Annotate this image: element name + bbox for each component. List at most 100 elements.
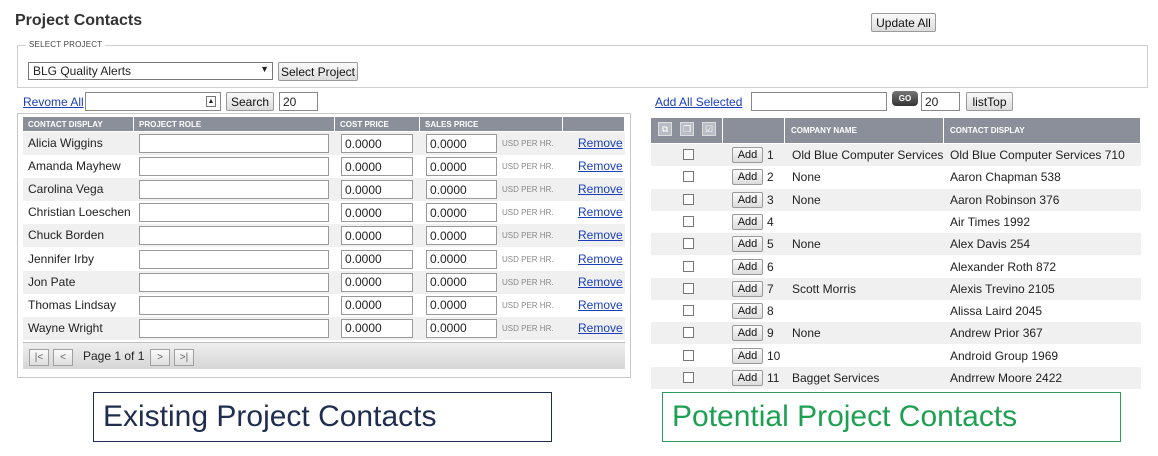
check-all-icon[interactable]: ☑	[702, 122, 716, 136]
row-checkbox[interactable]	[683, 349, 694, 361]
row-checkbox[interactable]	[683, 372, 694, 383]
last-page-icon[interactable]: >|	[174, 349, 194, 366]
project-select[interactable]: BLG Quality Alerts ▼	[28, 62, 273, 80]
cost-price-input[interactable]: 0.0000	[341, 249, 413, 269]
left-count-input[interactable]: 20	[279, 92, 318, 111]
add-button[interactable]: Add	[732, 147, 763, 163]
cost-price-input[interactable]: 0.0000	[341, 272, 413, 292]
sales-price-input[interactable]: 0.0000	[426, 295, 497, 315]
project-role-input[interactable]	[139, 180, 329, 200]
prev-page-icon[interactable]: <	[53, 349, 73, 366]
contact-name: Wayne Wright	[28, 320, 103, 335]
unit-label: USD PER HR.	[502, 300, 554, 310]
project-role-input[interactable]	[139, 272, 329, 292]
remove-link[interactable]: Remove	[578, 252, 623, 266]
add-button[interactable]: Add	[732, 191, 763, 208]
update-all-button[interactable]: Update All	[871, 13, 936, 32]
row-checkbox[interactable]	[683, 327, 694, 339]
remove-all-link[interactable]: Revome All	[23, 95, 84, 109]
search-button[interactable]: Search	[226, 92, 274, 111]
remove-link[interactable]: Remove	[578, 205, 623, 219]
row-checkbox[interactable]	[683, 305, 694, 317]
row-checkbox[interactable]	[683, 238, 694, 250]
table-row: Thomas Lindsay 0.0000 0.0000 USD PER HR. Rem…	[23, 294, 625, 317]
add-button[interactable]: Add	[732, 169, 763, 186]
project-role-input[interactable]	[139, 249, 329, 269]
sales-price-input[interactable]: 0.0000	[426, 226, 497, 246]
add-button[interactable]: Add	[732, 280, 763, 297]
contact-display: Andrrew Moore 2422	[950, 371, 1063, 385]
add-button[interactable]: Add	[732, 258, 763, 275]
right-search-input[interactable]	[751, 92, 887, 111]
row-checkbox[interactable]	[683, 171, 694, 183]
add-button[interactable]: Add	[732, 213, 763, 230]
remove-link[interactable]: Remove	[578, 228, 623, 242]
remove-link[interactable]: Remove	[578, 321, 623, 335]
sales-price-input[interactable]: 0.0000	[426, 134, 497, 153]
left-search-input[interactable]: ▲	[85, 92, 221, 111]
table-row: Chuck Borden 0.0000 0.0000 USD PER HR. Remov…	[23, 224, 625, 248]
remove-link[interactable]: Remove	[578, 182, 623, 196]
cost-price-input[interactable]: 0.0000	[341, 226, 413, 246]
contact-name: Jon Pate	[28, 274, 76, 289]
remove-link[interactable]: Remove	[578, 298, 623, 312]
add-button[interactable]: Add	[732, 347, 763, 364]
cost-price-input[interactable]: 0.0000	[341, 157, 413, 177]
row-checkbox[interactable]	[683, 282, 694, 294]
contact-name: Thomas Lindsay	[28, 297, 117, 312]
add-button[interactable]: Add	[732, 303, 763, 320]
col-cost-price: COST PRICE	[335, 117, 420, 131]
row-number: 10	[767, 348, 781, 363]
sales-price-input[interactable]: 0.0000	[426, 203, 497, 223]
copy-icon[interactable]: ❐	[680, 122, 694, 136]
go-button[interactable]: GO	[892, 91, 918, 106]
right-count-input[interactable]: 20	[921, 92, 960, 111]
add-all-selected-link[interactable]: Add All Selected	[655, 95, 742, 109]
sales-price-input[interactable]: 0.0000	[426, 249, 497, 269]
select-project-button[interactable]: Select Project	[278, 62, 358, 81]
table-row: Add 3 None Aaron Robinson 376	[651, 188, 1141, 211]
row-number: 3	[767, 192, 774, 207]
row-number: 6	[767, 259, 774, 274]
row-checkbox[interactable]	[683, 215, 694, 227]
company-name: Old Blue Computer Services	[792, 148, 944, 162]
remove-link[interactable]: Remove	[578, 159, 623, 173]
project-role-input[interactable]	[139, 134, 329, 153]
next-page-icon[interactable]: >	[150, 349, 170, 366]
listtop-button[interactable]: listTop	[966, 92, 1013, 111]
cost-price-input[interactable]: 0.0000	[341, 203, 413, 223]
table-row: Add 4 Air Times 1992	[651, 211, 1141, 233]
project-role-input[interactable]	[139, 157, 329, 177]
project-role-input[interactable]	[139, 226, 329, 246]
add-button[interactable]: Add	[732, 325, 763, 342]
remove-link[interactable]: Remove	[578, 136, 623, 150]
row-number: 8	[767, 304, 774, 319]
add-button[interactable]: Add	[732, 370, 763, 386]
row-checkbox[interactable]	[683, 260, 694, 272]
unit-label: USD PER HR.	[502, 208, 554, 218]
col-contact-display-right: CONTACT DISPLAY	[944, 118, 1141, 143]
spinner-icon[interactable]: ▲	[206, 96, 216, 107]
sales-price-input[interactable]: 0.0000	[426, 272, 497, 292]
sales-price-input[interactable]: 0.0000	[426, 157, 497, 177]
select-all-icon[interactable]: ⧉	[658, 122, 672, 136]
sales-price-input[interactable]: 0.0000	[426, 180, 497, 200]
row-number: 7	[767, 281, 774, 296]
cost-price-input[interactable]: 0.0000	[341, 295, 413, 315]
add-button[interactable]: Add	[732, 236, 763, 253]
sales-price-input[interactable]: 0.0000	[426, 318, 497, 338]
project-role-input[interactable]	[139, 295, 329, 315]
first-page-icon[interactable]: |<	[29, 349, 49, 366]
cost-price-input[interactable]: 0.0000	[341, 180, 413, 200]
row-checkbox[interactable]	[683, 193, 694, 205]
col-add	[723, 118, 785, 143]
remove-link[interactable]: Remove	[578, 275, 623, 289]
cost-price-input[interactable]: 0.0000	[341, 134, 413, 153]
contact-display: Alexander Roth 872	[950, 259, 1057, 274]
cost-price-input[interactable]: 0.0000	[341, 318, 413, 338]
project-role-input[interactable]	[139, 203, 329, 223]
contact-name: Jennifer Irby	[28, 251, 95, 266]
page-label: Page 1 of 1	[83, 349, 145, 363]
row-checkbox[interactable]	[683, 149, 694, 160]
project-role-input[interactable]	[139, 318, 329, 338]
